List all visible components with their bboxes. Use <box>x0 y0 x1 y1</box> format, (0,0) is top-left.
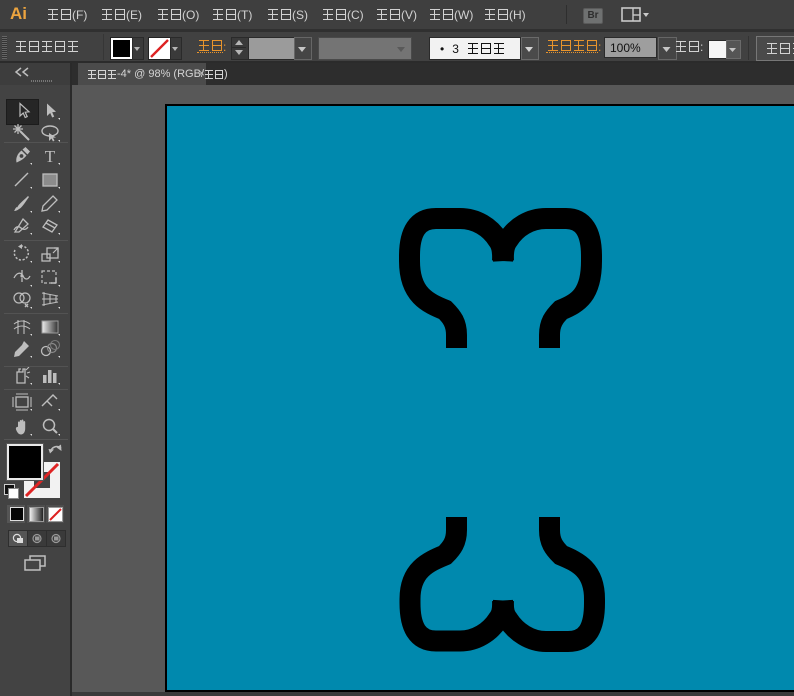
svg-text:T: T <box>45 147 56 166</box>
